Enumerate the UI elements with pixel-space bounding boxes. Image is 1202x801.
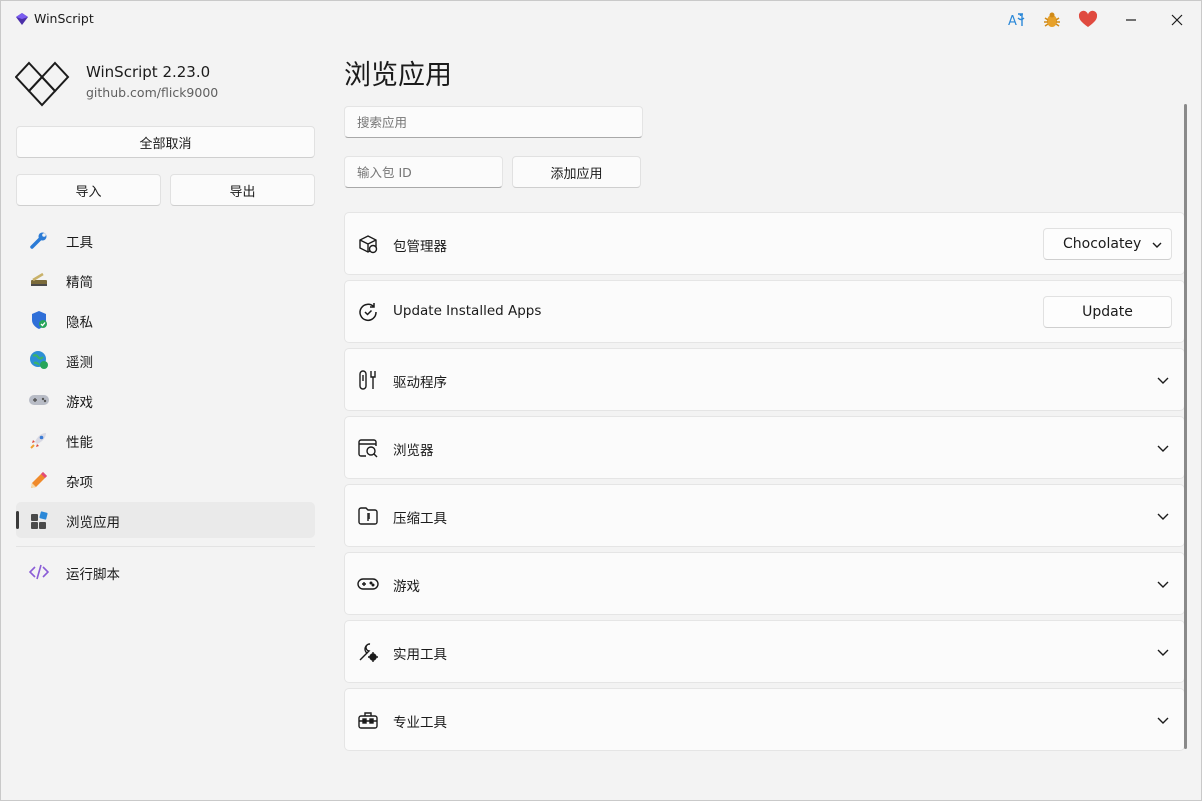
tools-icon [356,368,380,392]
rocket-icon [28,430,50,450]
category-drivers[interactable]: 驱动程序 [344,348,1185,411]
package-manager-card: 包管理器 Chocolatey [344,212,1185,275]
category-label: 游戏 [393,579,420,595]
sidebar-item-privacy[interactable]: 隐私 [16,302,315,338]
browser-search-icon [356,436,380,460]
translate-button[interactable]: A [1003,7,1031,33]
sidebar-item-misc[interactable]: 杂项 [16,462,315,498]
sidebar-item-performance[interactable]: 性能 [16,422,315,458]
category-label: 浏览器 [393,443,434,459]
chevron-down-icon [1157,513,1169,520]
winscript-logo-icon [15,61,70,107]
category-browsers[interactable]: 浏览器 [344,416,1185,479]
update-apps-card: Update Installed Apps Update [344,280,1185,343]
main-scrollbar[interactable] [1184,104,1187,749]
search-input[interactable] [344,106,643,138]
shield-icon [28,310,50,330]
packages-icon [356,232,380,256]
report-bug-button[interactable] [1038,7,1066,33]
import-button[interactable]: 导入 [16,174,161,206]
apps-icon [28,510,50,530]
pencil-icon [28,470,50,490]
sidebar-item-label: 遥测 [66,355,93,371]
sidebar-item-label: 性能 [66,435,93,451]
export-button[interactable]: 导出 [170,174,315,206]
chevron-down-icon [1157,581,1169,588]
gamepad-icon [28,390,50,410]
category-label: 专业工具 [393,715,447,731]
sidebar-item-label: 工具 [66,235,93,251]
svg-text:A: A [1008,14,1017,29]
app-window: WinScript A WinScript 2.23.0 github.com/… [0,0,1202,801]
bug-icon [1044,12,1060,27]
sidebar-item-label: 精简 [66,275,93,291]
wrench-gear-icon [356,640,380,664]
gamepad-icon [356,572,380,596]
chevron-down-icon [1157,649,1169,656]
sidebar-item-gaming[interactable]: 游戏 [16,382,315,418]
package-manager-value: Chocolatey [1063,236,1142,252]
category-games[interactable]: 游戏 [344,552,1185,615]
package-id-input[interactable] [344,156,503,188]
sidebar-item-run-script[interactable]: 运行脚本 [16,554,315,590]
sidebar-item-telemetry[interactable]: 遥测 [16,342,315,378]
translate-icon: A [1008,13,1025,29]
broom-icon [28,270,50,290]
add-app-button[interactable]: 添加应用 [512,156,641,188]
toolbox-icon [356,708,380,732]
minimize-icon [1126,19,1136,21]
sidebar-item-label: 浏览应用 [66,515,120,531]
category-compression[interactable]: 压缩工具 [344,484,1185,547]
package-manager-select[interactable]: Chocolatey [1043,228,1172,260]
package-manager-label: 包管理器 [393,239,447,255]
category-professional[interactable]: 专业工具 [344,688,1185,751]
category-label: 压缩工具 [393,511,447,527]
chevron-down-icon [1157,445,1169,452]
refresh-icon [356,300,380,324]
sidebar-item-debloat[interactable]: 精简 [16,262,315,298]
update-button[interactable]: Update [1043,296,1172,328]
title-bar: WinScript A [1,1,1201,39]
close-icon [1171,14,1183,26]
category-label: 实用工具 [393,647,447,663]
chevron-down-icon [1157,377,1169,384]
category-label: 驱动程序 [393,375,447,391]
window-title: WinScript [34,11,94,26]
category-utilities[interactable]: 实用工具 [344,620,1185,683]
heart-icon [1078,10,1098,27]
donate-button[interactable] [1074,7,1102,33]
update-apps-label: Update Installed Apps [393,303,542,319]
sidebar-item-label: 运行脚本 [66,567,120,583]
sidebar-item-browse-apps[interactable]: 浏览应用 [16,502,315,538]
app-logo-icon [16,13,28,25]
close-button[interactable] [1154,1,1200,39]
minimize-button[interactable] [1108,1,1154,39]
page-title: 浏览应用 [344,60,452,91]
globe-icon [28,350,50,370]
chevron-down-icon [1157,717,1169,724]
sidebar-divider [16,546,315,547]
deselect-all-button[interactable]: 全部取消 [16,126,315,158]
sidebar-item-label: 游戏 [66,395,93,411]
app-name: WinScript 2.23.0 [86,63,211,81]
sidebar-item-label: 杂项 [66,475,93,491]
sidebar-item-label: 隐私 [66,315,93,331]
github-link[interactable]: github.com/flick9000 [86,85,218,100]
zip-folder-icon [356,504,380,528]
wrench-icon [28,230,50,250]
chevron-down-icon [1152,242,1162,248]
code-icon [28,562,50,582]
sidebar-item-tools[interactable]: 工具 [16,222,315,258]
